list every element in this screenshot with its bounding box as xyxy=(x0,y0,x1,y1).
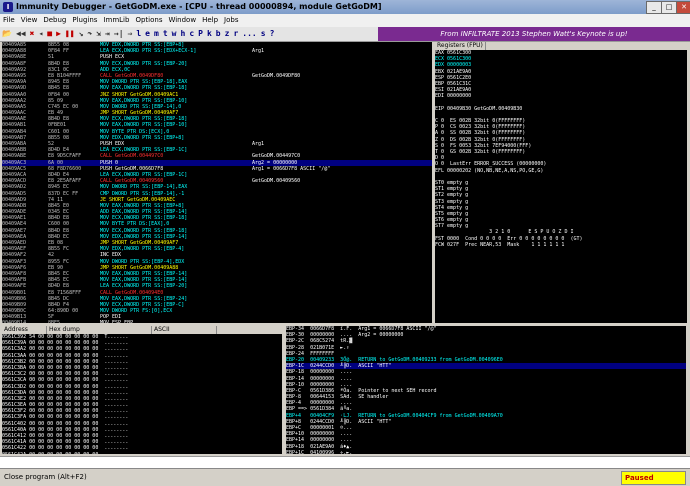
menu-help[interactable]: Help xyxy=(199,14,221,27)
toolbar-letter-11[interactable]: r xyxy=(231,28,240,40)
registers-title: Registers (FPU) xyxy=(435,42,486,50)
disasm-comment: Arg1 xyxy=(252,48,265,55)
toolbar-letter-10[interactable]: z xyxy=(223,28,232,40)
stack-row[interactable]: EBP+1C 04100996 ÷.►. xyxy=(286,450,686,454)
maximize-button[interactable]: □ xyxy=(661,1,677,14)
dump-column-header[interactable]: ASCII xyxy=(152,326,217,334)
disasm-row[interactable]: 00409B148BE5MOV ESP,EBP xyxy=(2,320,432,323)
window-title: Immunity Debugger - GetGoDM.exe - [CPU -… xyxy=(16,2,382,11)
minimize-button[interactable]: _ xyxy=(646,1,662,14)
disasm-comment: Arg1 = 0066D7F8 ASCII "/@" xyxy=(252,165,331,172)
dump-pane[interactable]: 0561C392 54 00 00 00 00 00 00 00 T......… xyxy=(2,334,282,454)
disasm-instruction: MOV ESP,EBP xyxy=(100,320,252,323)
restart-icon[interactable]: ◀◀ xyxy=(14,28,28,40)
disasm-comment: GetGoDM.004497C0 xyxy=(252,153,301,160)
toolbar-letter-7[interactable]: P xyxy=(196,28,205,40)
trace-into-icon[interactable]: ⇲ xyxy=(94,28,103,40)
toolbar-letter-0[interactable]: l xyxy=(134,28,143,40)
menu-bar: File View Debug Plugins ImmLib Options Window H… xyxy=(0,14,690,27)
toolbar-letter-6[interactable]: c xyxy=(187,28,196,40)
registers-pane[interactable]: EAX 0561C300 ECX 0561C300 EDX 00000003 EBX … xyxy=(435,50,687,323)
disasm-hex: 8BE5 xyxy=(48,320,100,323)
app-icon: I xyxy=(3,2,13,12)
menu-immlib[interactable]: ImmLib xyxy=(100,14,132,27)
disasm-address: 00409B14 xyxy=(2,320,48,323)
toolbar-letter-3[interactable]: t xyxy=(161,28,170,40)
trace-over-icon[interactable]: ⇥ xyxy=(103,28,112,40)
stack-pane[interactable]: EBP-34 0066D7F8 ï.F. Arg1 = 0066D7F8 ASC… xyxy=(286,326,686,454)
execute-till-return-icon[interactable]: →| xyxy=(112,28,126,40)
menu-options[interactable]: Options xyxy=(132,14,165,27)
dump-column-header[interactable]: Hex dump xyxy=(47,326,152,334)
close-button[interactable]: ✕ xyxy=(676,1,690,14)
status-bar: Close program (Alt+F2) Paused xyxy=(0,468,690,486)
close-icon[interactable]: ✖ xyxy=(28,28,37,40)
disasm-comment: Arg2 = 00000000 xyxy=(252,159,298,166)
pause-icon[interactable]: ❚❚ xyxy=(63,28,77,40)
toolbar-letter-9[interactable]: b xyxy=(214,28,223,40)
step-into-icon[interactable]: ↘ xyxy=(77,28,86,40)
menu-window[interactable]: Window xyxy=(165,14,199,27)
news-banner[interactable]: From INFILTRATE 2013 Stephen Watt's Keyn… xyxy=(378,27,690,41)
disasm-comment: Arg1 xyxy=(252,141,265,147)
toolbar-letter-4[interactable]: w xyxy=(170,28,179,40)
paused-badge: Paused xyxy=(621,471,686,485)
disasm-comment: GetGoDM.00409560 xyxy=(252,178,301,185)
menu-plugins[interactable]: Plugins xyxy=(69,14,100,27)
open-icon[interactable]: 📂 xyxy=(0,28,14,40)
disasm-comment: GetGoDM.0049DF80 xyxy=(252,72,301,79)
run-icon[interactable]: ▶ xyxy=(54,28,63,40)
toolbar-letter-1[interactable]: e xyxy=(143,28,152,40)
dump-row[interactable]: 0561C42A 00 00 00 00 00 00 00 00 .......… xyxy=(2,452,282,454)
status-text: Close program (Alt+F2) xyxy=(4,473,87,481)
title-bar: I Immunity Debugger - GetGoDM.exe - [CPU … xyxy=(0,0,690,14)
disassembly-pane[interactable]: 00409A85 8B55 08 MOV EDX,DWORD PTR SS:[EBP… xyxy=(2,42,432,323)
menu-debug[interactable]: Debug xyxy=(40,14,69,27)
toolbar-letter-14[interactable]: ? xyxy=(268,28,277,40)
stop-icon[interactable]: ■ xyxy=(45,28,54,40)
menu-file[interactable]: File xyxy=(0,14,18,27)
toolbar-letter-13[interactable]: s xyxy=(259,28,268,40)
toolbar-letter-12[interactable]: ... xyxy=(240,28,258,40)
menu-view[interactable]: View xyxy=(18,14,41,27)
rewind-icon[interactable]: ◂ xyxy=(36,28,45,40)
menu-jobs[interactable]: Jobs xyxy=(221,14,241,27)
register-line[interactable]: FCW 027F Prec NEAR,53 Mask 1 1 1 1 1 1 xyxy=(435,242,687,248)
registers-header: Registers (FPU) xyxy=(435,42,687,50)
go-to-icon[interactable]: ⇒ xyxy=(126,28,135,40)
dump-column-header[interactable]: Address xyxy=(2,326,47,334)
toolbar-letter-8[interactable]: k xyxy=(205,28,214,40)
dump-header: Address Hex dump ASCII xyxy=(2,326,282,334)
step-over-icon[interactable]: ↷ xyxy=(85,28,94,40)
toolbar-letter-2[interactable]: m xyxy=(152,28,161,40)
toolbar-letter-5[interactable]: h xyxy=(178,28,187,40)
